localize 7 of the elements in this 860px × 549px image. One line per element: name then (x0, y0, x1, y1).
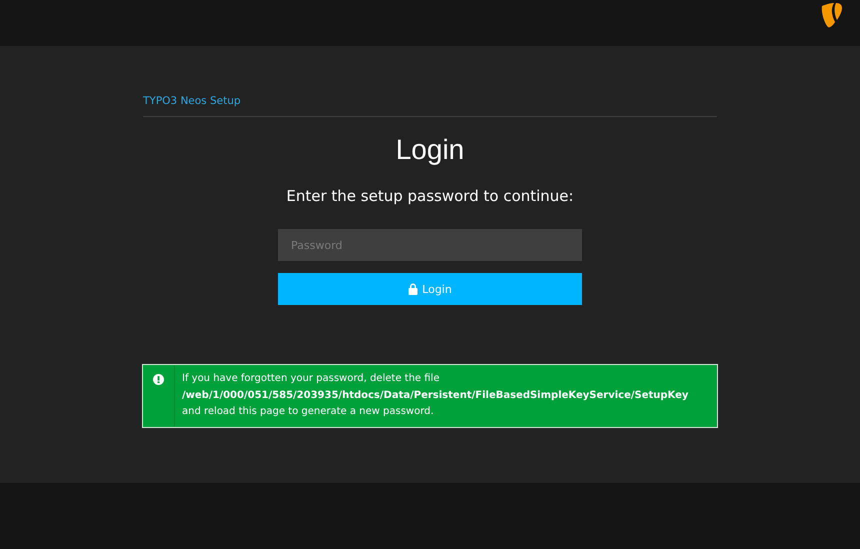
breadcrumb-link[interactable]: TYPO3 Neos Setup (143, 95, 241, 107)
prompt-text: Enter the setup password to continue: (286, 187, 574, 205)
exclamation-icon (153, 374, 164, 385)
password-field[interactable]: Password (278, 229, 582, 261)
lock-icon (408, 283, 418, 295)
notice-message: If you have forgotten your password, delete the file /web/1/000/051/585/203935/htdocs/Data/Persistent/FileBasedSimpleKeyService/SetupKey and reload this page to generate a new password. (181, 372, 690, 419)
page-title: Login (396, 133, 464, 167)
